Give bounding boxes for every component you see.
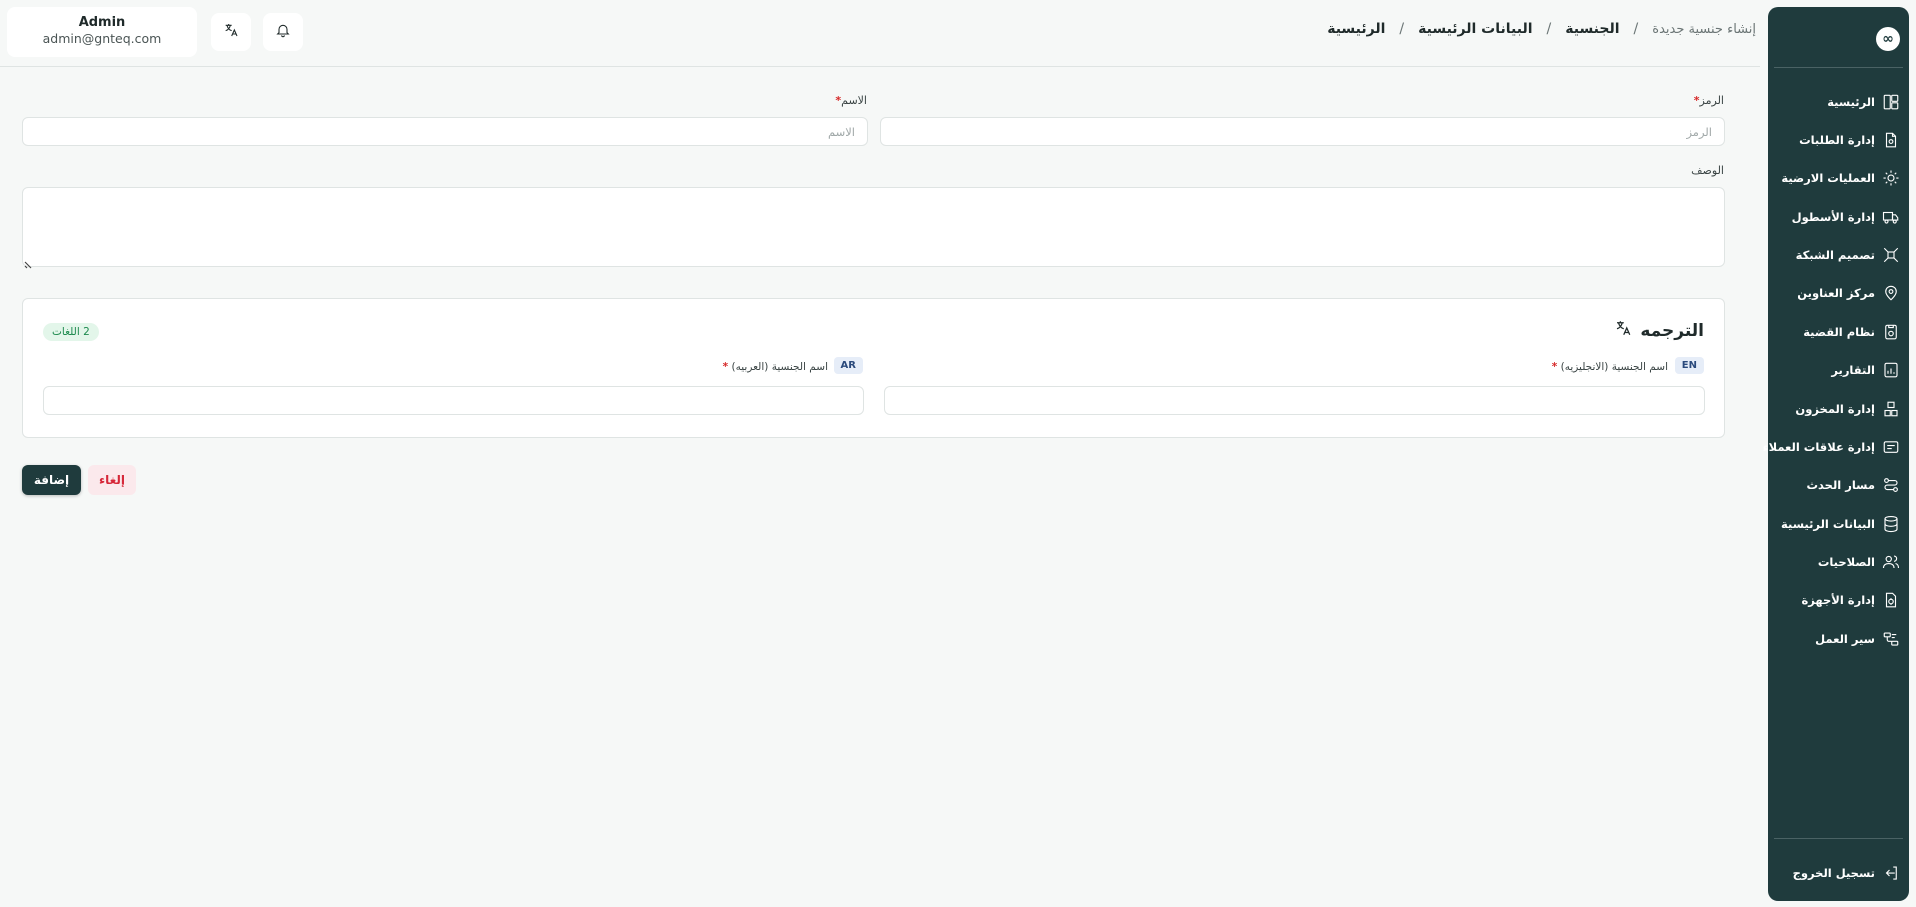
app-logo[interactable]: ∞ (1876, 27, 1900, 51)
sidebar-item-label: إدارة الأسطول (1791, 210, 1875, 224)
arabic-name-input[interactable] (43, 386, 864, 415)
sidebar-item-label: التقارير (1831, 363, 1875, 377)
add-button[interactable]: إضافة (22, 465, 81, 495)
translate-icon (1614, 319, 1632, 342)
sidebar-item-label: إدارة الطلبات (1799, 133, 1875, 147)
sidebar-divider (1774, 838, 1903, 839)
user-email: admin@gnteq.com (42, 31, 162, 46)
english-name-input[interactable] (884, 386, 1705, 415)
sidebar-item-event-track[interactable]: مسار الحدث (1768, 470, 1909, 500)
report-chart-icon (1881, 360, 1901, 380)
network-icon (1881, 245, 1901, 265)
sidebar-item-reports[interactable]: التقارير (1768, 355, 1909, 385)
language-toggle-button[interactable] (211, 13, 251, 51)
crm-card-icon (1881, 437, 1901, 457)
breadcrumb-home[interactable]: الرئيسية (1327, 21, 1385, 37)
description-textarea[interactable] (22, 187, 1725, 267)
sidebar-item-inventory[interactable]: إدارة المخزون (1768, 394, 1909, 424)
required-mark: * (722, 361, 729, 373)
sidebar-item-addresses[interactable]: مركز العناوين (1768, 278, 1909, 308)
code-label-text: الرمز (1699, 94, 1724, 107)
route-icon (1881, 475, 1901, 495)
sidebar-item-label: إدارة علاقات العملاء (1762, 440, 1875, 454)
sidebar-item-label: العمليات الارضية (1781, 171, 1875, 185)
sidebar-item-fleet[interactable]: إدارة الأسطول (1768, 202, 1909, 232)
sidebar-item-permissions[interactable]: الصلاحيات (1768, 547, 1909, 577)
sidebar-item-label: الرئيسية (1827, 95, 1875, 109)
name-input[interactable] (22, 117, 868, 146)
english-name-label: اسم الجنسية (الانجليزيه) * (1552, 361, 1668, 373)
sidebar-item-label: إدارة الأجهزة (1801, 593, 1875, 607)
notifications-button[interactable] (263, 13, 303, 51)
truck-icon (1881, 207, 1901, 227)
description-label: الوصف (1691, 164, 1724, 177)
sidebar-item-cases[interactable]: نظام القضية (1768, 317, 1909, 347)
sidebar-item-label: مسار الحدث (1806, 478, 1875, 492)
code-label: الرمز* (1694, 94, 1724, 107)
translation-title-text: الترجمه (1640, 320, 1704, 341)
language-badge-en: EN (1674, 357, 1704, 374)
bell-icon (275, 22, 291, 42)
language-badge-ar: AR (833, 357, 863, 374)
sidebar-item-label: تصميم الشبكة (1795, 248, 1875, 262)
sidebar: ∞ الرئيسية إدارة الطلبات العمليات الارضي… (1763, 7, 1909, 901)
sidebar-item-label: سير العمل (1815, 632, 1875, 646)
layout-dashboard-icon (1881, 92, 1901, 112)
device-settings-icon (1881, 590, 1901, 610)
header-divider (0, 66, 1760, 67)
code-input[interactable] (880, 117, 1725, 146)
translate-icon (223, 22, 239, 42)
english-name-label-text: اسم الجنسية (الانجليزيه) (1560, 361, 1668, 373)
resize-handle-icon[interactable] (24, 254, 34, 269)
sidebar-item-label: الصلاحيات (1817, 555, 1875, 569)
user-menu[interactable]: Admin admin@gnteq.com (7, 7, 197, 57)
sidebar-item-devices[interactable]: إدارة الأجهزة (1768, 585, 1909, 615)
breadcrumb-separator: / (1546, 21, 1552, 37)
name-label: الاسم* (835, 94, 867, 107)
sidebar-item-home[interactable]: الرئيسية (1768, 87, 1909, 117)
sidebar-item-master-data[interactable]: البيانات الرئيسية (1768, 509, 1909, 539)
sidebar-item-orders[interactable]: إدارة الطلبات (1768, 125, 1909, 155)
breadcrumb-nationality[interactable]: الجنسية (1565, 21, 1619, 37)
breadcrumb-master-data[interactable]: البيانات الرئيسية (1418, 21, 1532, 37)
sidebar-item-label: مركز العناوين (1797, 286, 1875, 300)
sidebar-item-workflow[interactable]: سير العمل (1768, 624, 1909, 654)
name-label-text: الاسم (841, 94, 867, 107)
breadcrumb-separator: / (1399, 21, 1405, 37)
arabic-name-label: اسم الجنسية (العربيه) * (723, 361, 828, 373)
warehouse-icon (1881, 399, 1901, 419)
sidebar-item-label: نظام القضية (1803, 325, 1875, 339)
breadcrumb-current-page: إنشاء جنسية جديدة (1652, 21, 1756, 37)
logout-label: تسجيل الخروج (1792, 866, 1875, 880)
logout-icon (1881, 863, 1901, 883)
sidebar-item-ground-ops[interactable]: العمليات الارضية (1768, 163, 1909, 193)
translation-title: الترجمه (1614, 319, 1704, 342)
breadcrumb: الرئيسية / البيانات الرئيسية / الجنسية /… (1327, 21, 1756, 37)
sidebar-item-label: البيانات الرئيسية (1781, 517, 1875, 531)
users-icon (1881, 552, 1901, 572)
languages-count-badge: 2 اللغات (43, 323, 99, 341)
logout-button[interactable]: تسجيل الخروج (1768, 858, 1909, 888)
required-mark: * (1551, 361, 1558, 373)
cancel-button[interactable]: إلغاء (88, 465, 136, 495)
user-name: Admin (78, 15, 126, 30)
arabic-name-label-text: اسم الجنسية (العربيه) (731, 361, 829, 373)
workflow-icon (1881, 629, 1901, 649)
database-icon (1881, 514, 1901, 534)
breadcrumb-separator: / (1633, 21, 1639, 37)
map-pin-icon (1881, 283, 1901, 303)
sun-gear-icon (1881, 168, 1901, 188)
case-file-icon (1881, 322, 1901, 342)
translation-panel: الترجمه 2 اللغات EN اسم الجنسية (الانجلي… (22, 298, 1725, 438)
sidebar-item-network[interactable]: تصميم الشبكة (1768, 240, 1909, 270)
file-settings-icon (1881, 130, 1901, 150)
sidebar-item-label: إدارة المخزون (1795, 402, 1875, 416)
sidebar-divider (1774, 67, 1903, 68)
sidebar-item-crm[interactable]: إدارة علاقات العملاء (1763, 432, 1909, 462)
